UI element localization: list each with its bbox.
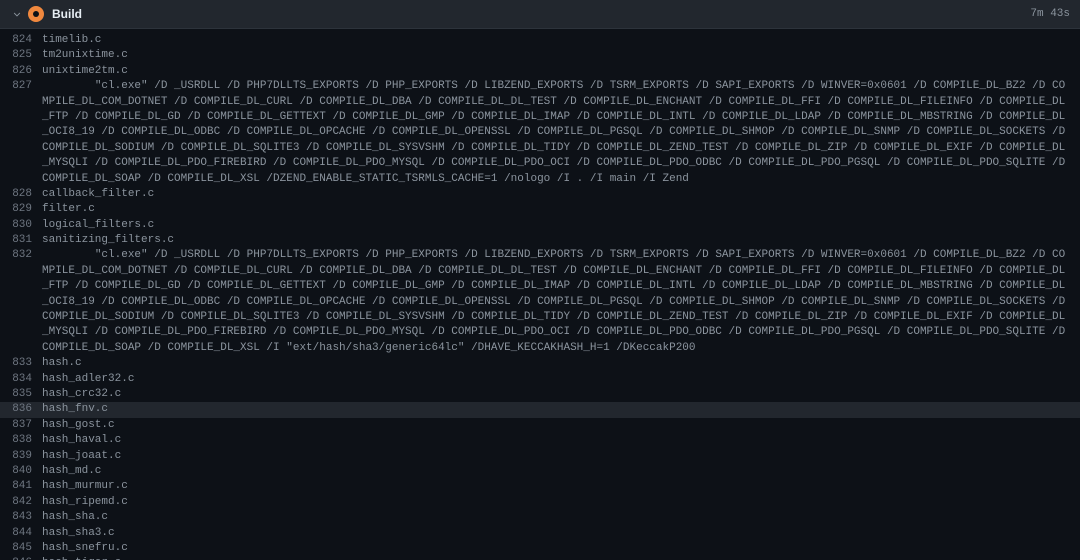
line-text: hash.c (42, 356, 1070, 371)
log-line[interactable]: 826unixtime2tm.c (0, 64, 1080, 79)
line-text: hash_snefru.c (42, 541, 1070, 556)
line-text: hash_sha.c (42, 510, 1070, 525)
line-text: hash_joaat.c (42, 449, 1070, 464)
log-line[interactable]: 830logical_filters.c (0, 218, 1080, 233)
line-number: 831 (10, 233, 42, 248)
line-number: 828 (10, 187, 42, 202)
line-text: hash_sha3.c (42, 526, 1070, 541)
log-line[interactable]: 844hash_sha3.c (0, 526, 1080, 541)
log-line[interactable]: 832 "cl.exe" /D _USRDLL /D PHP7DLLTS_EXP… (0, 248, 1080, 356)
line-number: 833 (10, 356, 42, 371)
line-number: 835 (10, 387, 42, 402)
line-number: 832 (10, 248, 42, 263)
line-text: logical_filters.c (42, 218, 1070, 233)
line-text: hash_haval.c (42, 433, 1070, 448)
line-number: 841 (10, 479, 42, 494)
line-text: hash_adler32.c (42, 372, 1070, 387)
log-line[interactable]: 840hash_md.c (0, 464, 1080, 479)
chevron-down-icon (10, 7, 24, 21)
log-line[interactable]: 827 "cl.exe" /D _USRDLL /D PHP7DLLTS_EXP… (0, 79, 1080, 187)
line-number: 837 (10, 418, 42, 433)
line-text: hash_murmur.c (42, 479, 1070, 494)
log-line[interactable]: 825tm2unixtime.c (0, 48, 1080, 63)
log-line[interactable]: 839hash_joaat.c (0, 449, 1080, 464)
log-line[interactable]: 836hash_fnv.c (0, 402, 1080, 417)
log-output[interactable]: 824timelib.c825tm2unixtime.c826unixtime2… (0, 29, 1080, 560)
line-text: hash_tiger.c (42, 556, 1070, 560)
log-line[interactable]: 829filter.c (0, 202, 1080, 217)
line-number: 840 (10, 464, 42, 479)
line-text: hash_crc32.c (42, 387, 1070, 402)
line-number: 843 (10, 510, 42, 525)
step-duration: 7m 43s (1030, 8, 1070, 20)
log-line[interactable]: 837hash_gost.c (0, 418, 1080, 433)
line-text: timelib.c (42, 33, 1070, 48)
log-line[interactable]: 835hash_crc32.c (0, 387, 1080, 402)
log-line[interactable]: 845hash_snefru.c (0, 541, 1080, 556)
log-line[interactable]: 838hash_haval.c (0, 433, 1080, 448)
line-text: callback_filter.c (42, 187, 1070, 202)
log-line[interactable]: 831sanitizing_filters.c (0, 233, 1080, 248)
line-number: 846 (10, 556, 42, 560)
line-number: 829 (10, 202, 42, 217)
log-line[interactable]: 841hash_murmur.c (0, 479, 1080, 494)
log-line[interactable]: 842hash_ripemd.c (0, 495, 1080, 510)
log-line[interactable]: 824timelib.c (0, 33, 1080, 48)
line-text: sanitizing_filters.c (42, 233, 1070, 248)
line-text: unixtime2tm.c (42, 64, 1070, 79)
line-number: 836 (10, 402, 42, 417)
step-title: Build (52, 7, 1030, 21)
line-text: tm2unixtime.c (42, 48, 1070, 63)
line-number: 827 (10, 79, 42, 94)
log-line[interactable]: 828callback_filter.c (0, 187, 1080, 202)
line-text: hash_fnv.c (42, 402, 1070, 417)
status-running-icon (28, 6, 44, 22)
line-text: filter.c (42, 202, 1070, 217)
log-line[interactable]: 833hash.c (0, 356, 1080, 371)
line-text: "cl.exe" /D _USRDLL /D PHP7DLLTS_EXPORTS… (42, 248, 1070, 356)
line-text: hash_md.c (42, 464, 1070, 479)
line-number: 839 (10, 449, 42, 464)
line-text: hash_ripemd.c (42, 495, 1070, 510)
step-header[interactable]: Build 7m 43s (0, 0, 1080, 29)
line-number: 826 (10, 64, 42, 79)
log-line[interactable]: 846hash_tiger.c (0, 556, 1080, 560)
line-number: 845 (10, 541, 42, 556)
line-number: 844 (10, 526, 42, 541)
line-number: 838 (10, 433, 42, 448)
line-number: 824 (10, 33, 42, 48)
line-text: hash_gost.c (42, 418, 1070, 433)
log-line[interactable]: 843hash_sha.c (0, 510, 1080, 525)
log-line[interactable]: 834hash_adler32.c (0, 372, 1080, 387)
line-text: "cl.exe" /D _USRDLL /D PHP7DLLTS_EXPORTS… (42, 79, 1070, 187)
line-number: 842 (10, 495, 42, 510)
line-number: 830 (10, 218, 42, 233)
line-number: 825 (10, 48, 42, 63)
line-number: 834 (10, 372, 42, 387)
